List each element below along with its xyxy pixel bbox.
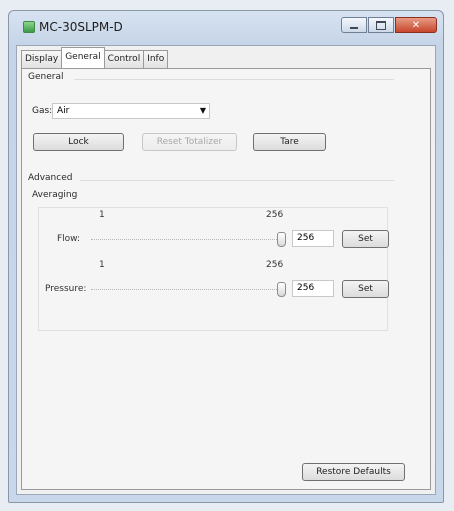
- advanced-group-line: [80, 180, 394, 181]
- pressure-scale-min: 1: [99, 260, 105, 270]
- gas-value: Air: [57, 106, 70, 116]
- window-controls: ✕: [341, 17, 437, 33]
- reset-totalizer-button: Reset Totalizer: [142, 133, 237, 151]
- pressure-label: Pressure:: [45, 284, 87, 294]
- app-icon: [23, 21, 35, 33]
- close-icon: ✕: [411, 19, 421, 31]
- gas-select[interactable]: Air ▼: [52, 103, 210, 119]
- close-button[interactable]: ✕: [395, 17, 437, 33]
- title-bar[interactable]: MC-30SLPM-D ✕: [9, 11, 443, 45]
- gas-label: Gas:: [32, 106, 53, 116]
- client-area: Display General Control Info General Gas…: [16, 45, 436, 495]
- tab-control[interactable]: Control: [103, 50, 145, 68]
- flow-label: Flow:: [57, 234, 81, 244]
- flow-slider-track[interactable]: [91, 239, 281, 240]
- minimize-button[interactable]: [341, 17, 367, 33]
- flow-slider-thumb[interactable]: [277, 232, 286, 247]
- dropdown-arrow-icon: ▼: [199, 106, 206, 115]
- minimize-icon: [350, 26, 358, 29]
- restore-defaults-button[interactable]: Restore Defaults: [302, 463, 405, 481]
- pressure-scale-max: 256: [266, 260, 284, 270]
- flow-scale-max: 256: [266, 210, 284, 220]
- pressure-set-button[interactable]: Set: [342, 280, 389, 298]
- lock-button[interactable]: Lock: [33, 133, 124, 151]
- general-group-line: [74, 79, 394, 80]
- general-section-label: General: [28, 72, 64, 82]
- pressure-value-input[interactable]: 256: [292, 280, 334, 297]
- app-window: MC-30SLPM-D ✕ Display General Control In…: [8, 10, 444, 503]
- averaging-label: Averaging: [32, 190, 78, 200]
- flow-value-input[interactable]: 256: [292, 230, 334, 247]
- pressure-slider-thumb[interactable]: [277, 282, 286, 297]
- tab-general[interactable]: General: [61, 47, 105, 68]
- flow-set-button[interactable]: Set: [342, 230, 389, 248]
- averaging-group: 1 256 Flow: 256 Set 1 256 Pressure: 256 …: [38, 207, 389, 331]
- tab-info[interactable]: Info: [143, 50, 169, 68]
- pressure-slider-track[interactable]: [91, 289, 281, 290]
- advanced-section-label: Advanced: [28, 173, 73, 183]
- flow-scale-min: 1: [99, 210, 105, 220]
- maximize-button[interactable]: [368, 17, 394, 33]
- tab-strip: Display General Control Info: [21, 47, 169, 68]
- maximize-icon: [376, 20, 386, 30]
- general-tab-panel: General Gas: Air ▼ Lock Reset Totalizer …: [21, 68, 431, 490]
- tare-button[interactable]: Tare: [253, 133, 326, 151]
- window-title: MC-30SLPM-D: [39, 20, 123, 34]
- tab-display[interactable]: Display: [21, 50, 63, 68]
